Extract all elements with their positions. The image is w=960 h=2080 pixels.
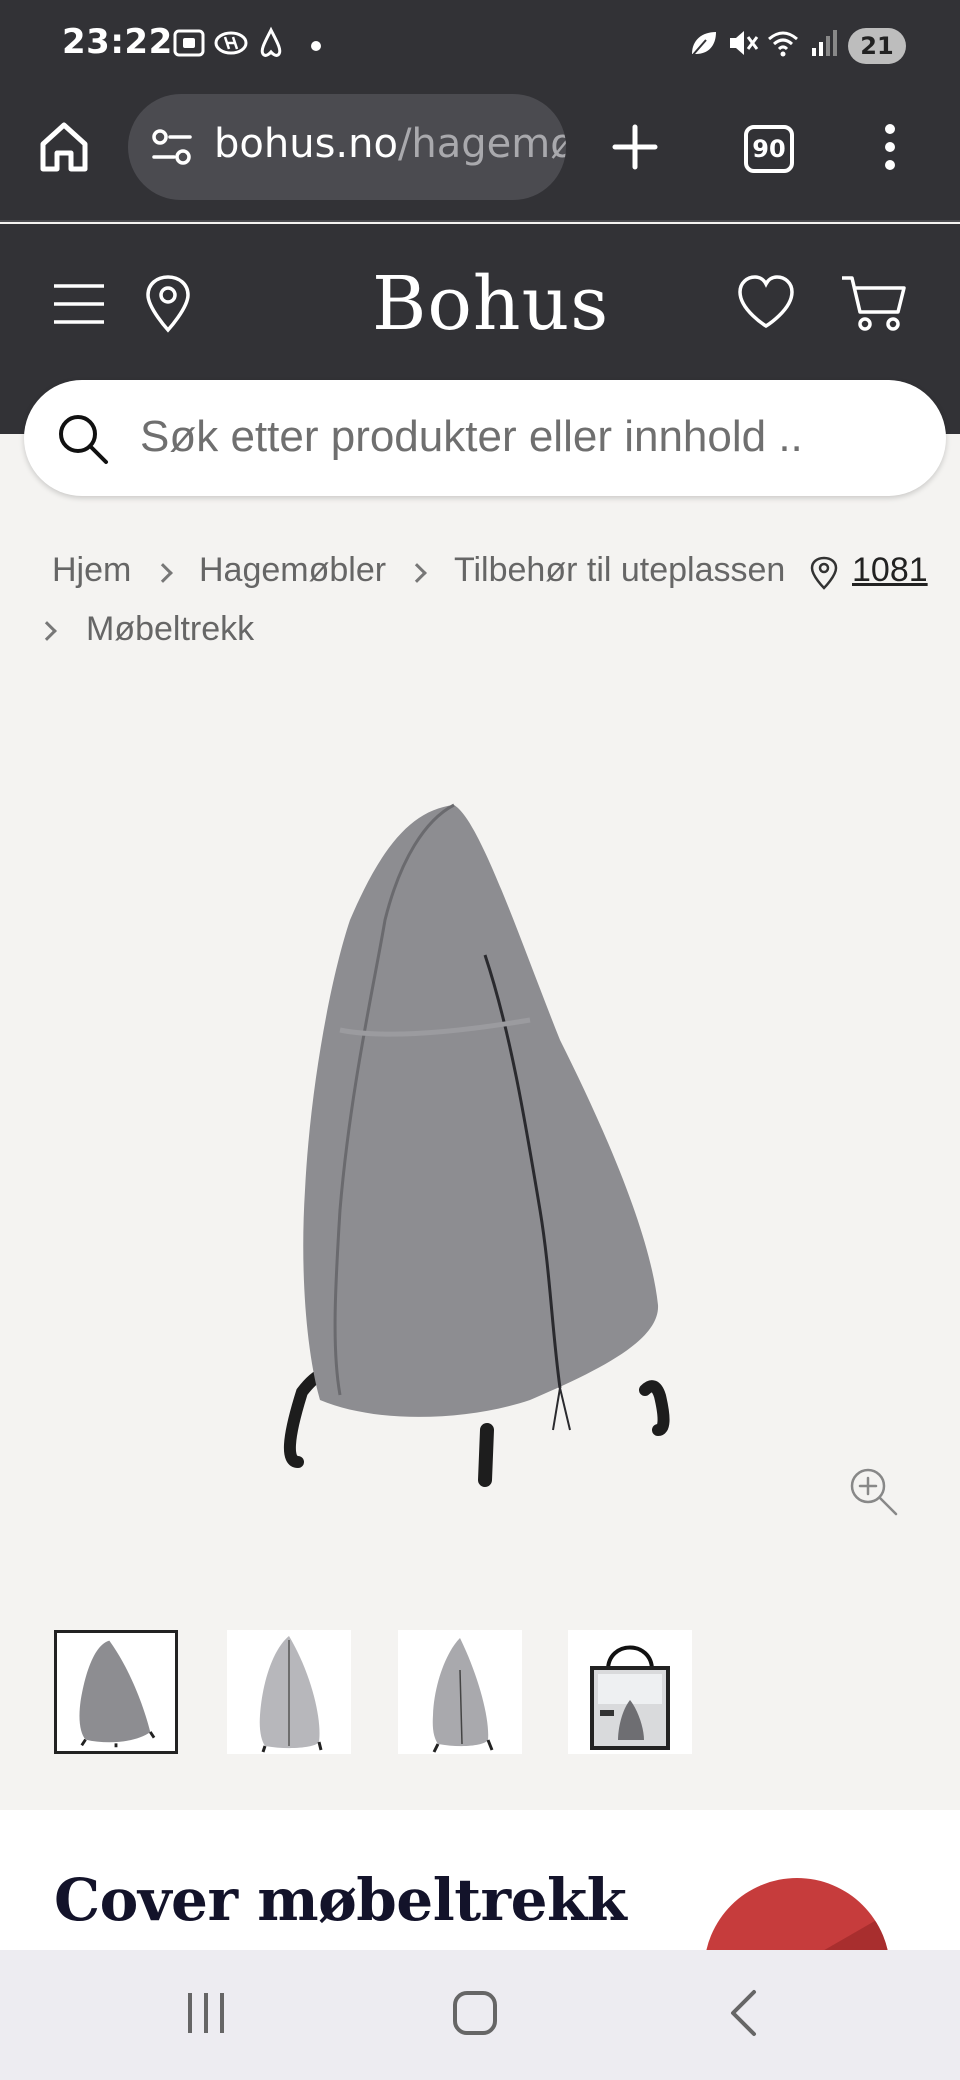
thumbnail-2[interactable] [227, 1630, 351, 1754]
tab-switcher-button[interactable]: 90 [744, 125, 794, 173]
location-pin-icon[interactable] [144, 274, 192, 334]
notification-dot-icon [311, 41, 321, 51]
thumbnail-cover-back-image [432, 1638, 494, 1753]
thumbnail-3[interactable] [398, 1630, 522, 1754]
chevron-right-icon [407, 563, 427, 583]
battery-indicator: 21 [848, 28, 906, 64]
back-button-icon[interactable] [728, 1988, 758, 2038]
zoom-in-icon[interactable] [848, 1466, 900, 1518]
url-text: bohus.no/hagemø [214, 121, 566, 167]
browser-toolbar: bohus.no/hagemø 90 [0, 92, 960, 222]
product-info-panel: Cover møbeltrekk [0, 1810, 960, 1950]
thumbnail-cover-package-image [590, 1645, 670, 1750]
thumbnail-cover-front-image [79, 1640, 156, 1748]
signal-icon [812, 30, 837, 56]
product-title: Cover møbeltrekk [54, 1866, 627, 1934]
more-menu-icon[interactable] [882, 122, 898, 172]
system-navigation-bar [0, 1950, 960, 2080]
sale-badge[interactable] [704, 1878, 890, 1950]
status-bar: 23:22 21 [0, 0, 960, 92]
chevron-right-icon [37, 621, 57, 641]
address-bar[interactable]: bohus.no/hagemø [128, 94, 566, 200]
mute-icon [730, 31, 759, 55]
search-placeholder: Søk etter produkter eller innhold .. [140, 412, 803, 461]
airbnb-icon [260, 26, 282, 57]
breadcrumb-mobeltrekk[interactable]: Møbeltrekk [86, 610, 254, 649]
recent-apps-icon[interactable] [186, 1990, 226, 2036]
store-location-icon [810, 556, 838, 590]
home-icon[interactable] [38, 120, 90, 174]
breadcrumb-hagemobler[interactable]: Hagemøbler [199, 551, 386, 590]
wifi-icon [768, 31, 798, 57]
breadcrumb-tilbehor[interactable]: Tilbehør til uteplassen [454, 551, 785, 590]
leaf-icon [691, 32, 716, 57]
hyundai-icon [214, 31, 248, 55]
url-host: bohus.no [214, 121, 398, 167]
thumbnail-cover-side-image [259, 1636, 323, 1753]
badge-shade [768, 1912, 890, 1950]
url-path: /hagemø [397, 121, 566, 167]
screenshot-icon [173, 29, 205, 57]
site-settings-icon[interactable] [150, 127, 194, 167]
store-code-link[interactable]: 1081 [852, 551, 928, 590]
heart-icon[interactable] [736, 274, 796, 330]
chevron-right-icon [153, 563, 173, 583]
status-time: 23:22 [62, 22, 173, 62]
site-logo[interactable]: Bohus [372, 261, 609, 347]
thumbnail-1[interactable] [54, 1630, 178, 1754]
new-tab-icon[interactable] [612, 124, 658, 170]
thumbnail-4[interactable] [568, 1630, 692, 1754]
search-icon [59, 415, 108, 464]
product-main-image[interactable] [270, 790, 690, 1490]
home-button-icon[interactable] [452, 1990, 498, 2036]
hamburger-menu-icon[interactable] [52, 282, 106, 326]
search-input[interactable]: Søk etter produkter eller innhold .. [24, 380, 946, 496]
breadcrumb-home[interactable]: Hjem [52, 551, 131, 590]
cart-icon[interactable] [840, 274, 908, 332]
